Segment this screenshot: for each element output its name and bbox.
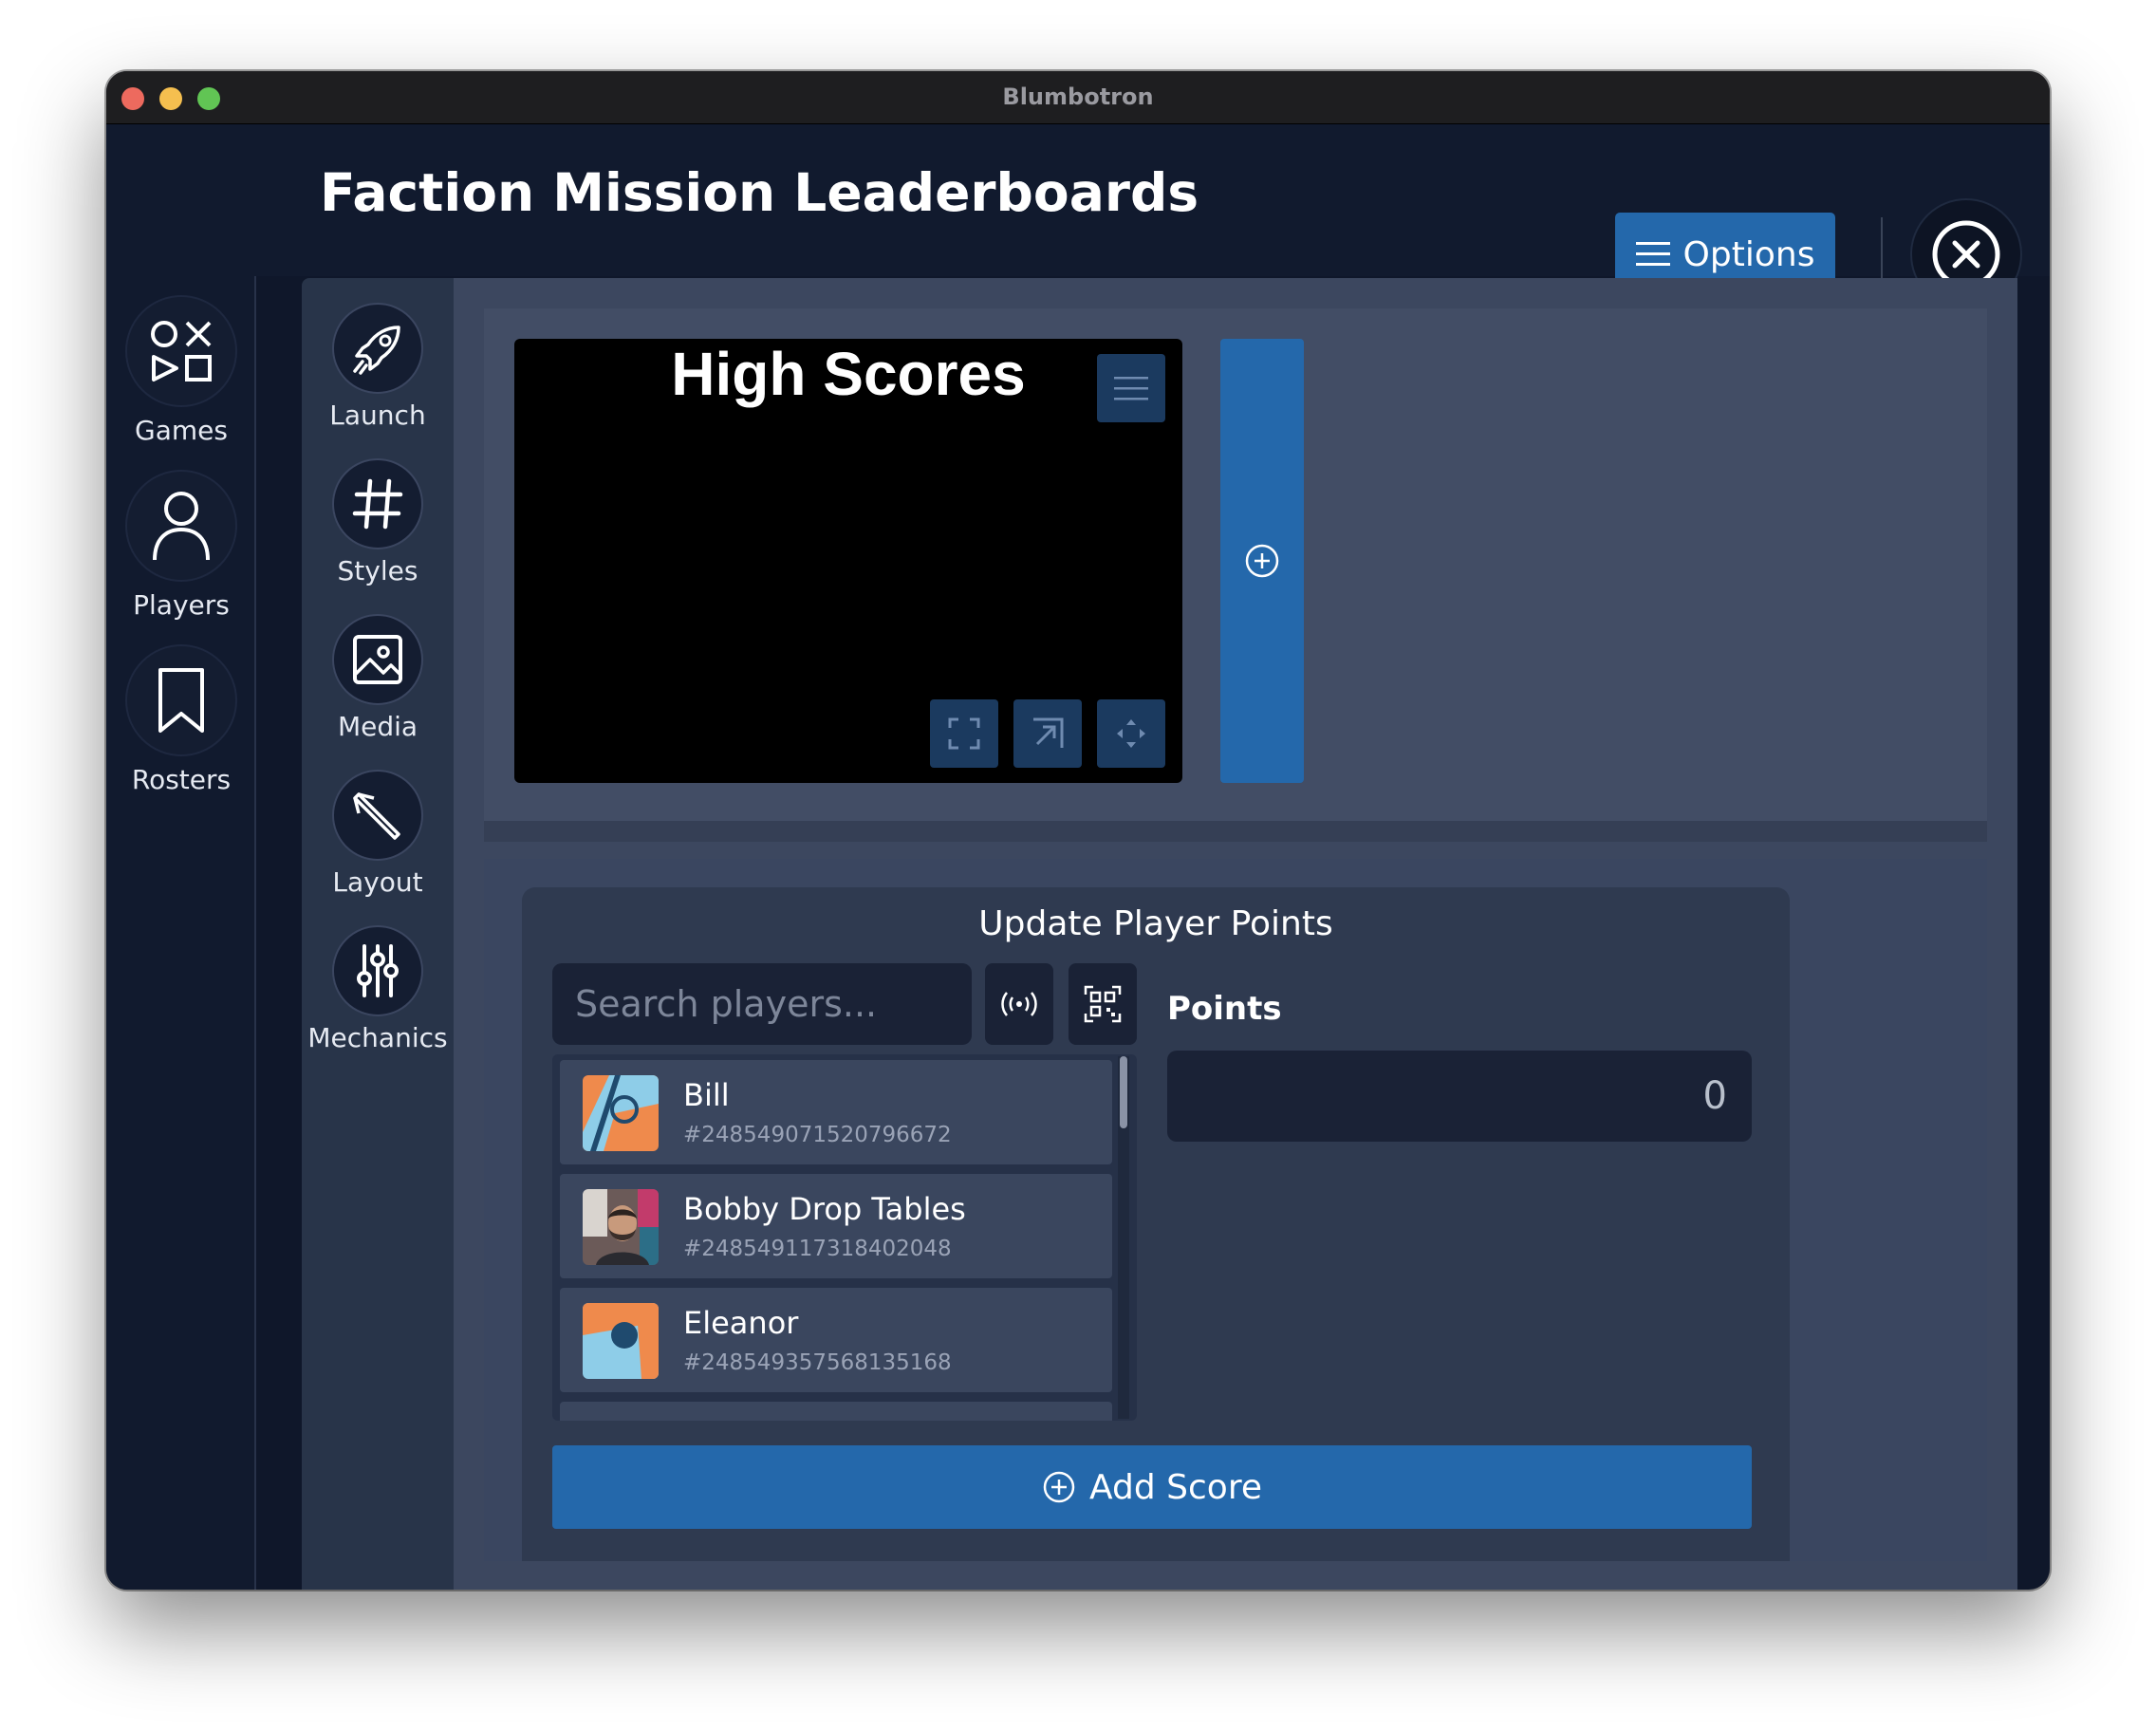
player-id: #248549071520796672	[683, 1123, 952, 1147]
nav-label-players: Players	[133, 589, 230, 621]
nav-label-media: Media	[337, 711, 418, 742]
nav-label-mechanics: Mechanics	[307, 1022, 448, 1053]
nav-item-players[interactable]: Players	[106, 470, 256, 621]
add-score-label: Add Score	[1089, 1467, 1262, 1507]
nav-label-layout: Layout	[332, 866, 423, 898]
bookmark-icon	[158, 668, 204, 733]
broadcast-icon	[1001, 992, 1037, 1016]
panel-divider	[484, 821, 1987, 842]
nav-label-styles: Styles	[337, 555, 418, 586]
menu-icon	[1635, 242, 1670, 266]
fullscreen-icon	[948, 717, 980, 750]
nav-item-mechanics[interactable]: Mechanics	[302, 925, 454, 1053]
nav-item-layout[interactable]: Layout	[302, 770, 454, 898]
update-section: Update Player Points Search players... B…	[484, 859, 1987, 1561]
nfc-scan-button[interactable]	[985, 963, 1053, 1045]
move-icon	[1117, 719, 1145, 748]
nav-label-launch: Launch	[329, 400, 426, 431]
popout-icon	[1033, 717, 1064, 748]
display-canvas[interactable]: High Scores	[514, 339, 1182, 783]
add-circle-icon	[1043, 1471, 1075, 1503]
options-label: Options	[1682, 234, 1815, 274]
canvas-title: High Scores	[671, 340, 1026, 408]
points-label: Points	[1167, 990, 1282, 1028]
player-row-eleanor[interactable]: Eleanor #248549357568135168	[560, 1288, 1112, 1392]
nav-item-media[interactable]: Media	[302, 614, 454, 742]
player-id: #248549357568135168	[683, 1350, 952, 1375]
app-header: Faction Mission Leaderboards Options	[106, 124, 2050, 310]
page-title: Faction Mission Leaderboards	[320, 162, 1199, 223]
player-id: #248549117318402048	[683, 1237, 952, 1261]
nav-label-games: Games	[135, 415, 228, 446]
nav-label-rosters: Rosters	[131, 764, 232, 795]
nav-item-rosters[interactable]: Rosters	[106, 644, 256, 795]
points-input[interactable]	[1167, 1051, 1752, 1142]
player-name: Eleanor	[683, 1305, 799, 1341]
player-name: Bill	[683, 1077, 730, 1113]
qr-scan-button[interactable]	[1069, 963, 1137, 1045]
player-avatar	[583, 1303, 659, 1379]
pen-icon	[353, 792, 400, 840]
update-player-points-card: Update Player Points Search players... B…	[522, 887, 1790, 1561]
image-icon	[353, 635, 402, 684]
add-slide-button[interactable]	[1220, 339, 1304, 783]
popout-button[interactable]	[1013, 699, 1082, 768]
rocket-icon	[353, 326, 400, 375]
nav-item-games[interactable]: Games	[106, 295, 256, 446]
nav-item-styles[interactable]: Styles	[302, 458, 454, 586]
secondary-nav: Launch Styles Media Layout Mechanics	[302, 278, 454, 1590]
nav-item-launch[interactable]: Launch	[302, 303, 454, 431]
sliders-icon	[357, 944, 399, 997]
hash-icon	[352, 478, 403, 530]
player-row-bill[interactable]: Bill #248549071520796672	[560, 1060, 1112, 1164]
player-list[interactable]: Bill #248549071520796672 Bobby Drop Tabl…	[552, 1054, 1137, 1421]
preview-panel: High Scores	[484, 308, 1987, 821]
add-score-button[interactable]: Add Score	[552, 1445, 1752, 1529]
games-icon	[151, 321, 212, 382]
player-avatar	[583, 1189, 659, 1265]
fullscreen-button[interactable]	[930, 699, 998, 768]
player-avatar	[583, 1075, 659, 1151]
app-window: Blumbotron Faction Mission Leaderboards …	[106, 71, 2050, 1590]
scrollbar-thumb[interactable]	[1120, 1056, 1127, 1128]
search-players-input[interactable]	[552, 963, 972, 1045]
primary-nav: Games Players Rosters	[106, 276, 256, 1590]
add-circle-icon	[1245, 544, 1279, 578]
title-bar: Blumbotron	[106, 71, 2050, 124]
player-row-bobby-drop-tables[interactable]: Bobby Drop Tables #248549117318402048	[560, 1174, 1112, 1278]
person-icon	[153, 492, 210, 561]
update-title: Update Player Points	[978, 904, 1333, 943]
main-content: High Scores Update Player Points Search …	[454, 278, 2017, 1590]
canvas-menu-button[interactable]	[1097, 354, 1165, 422]
window-title: Blumbotron	[1002, 84, 1154, 110]
player-name: Bobby Drop Tables	[683, 1191, 966, 1227]
player-row-partial[interactable]	[560, 1402, 1112, 1421]
menu-icon	[1114, 377, 1148, 400]
qr-code-icon	[1084, 985, 1122, 1023]
move-button[interactable]	[1097, 699, 1165, 768]
player-list-scrollbar[interactable]	[1118, 1056, 1129, 1419]
